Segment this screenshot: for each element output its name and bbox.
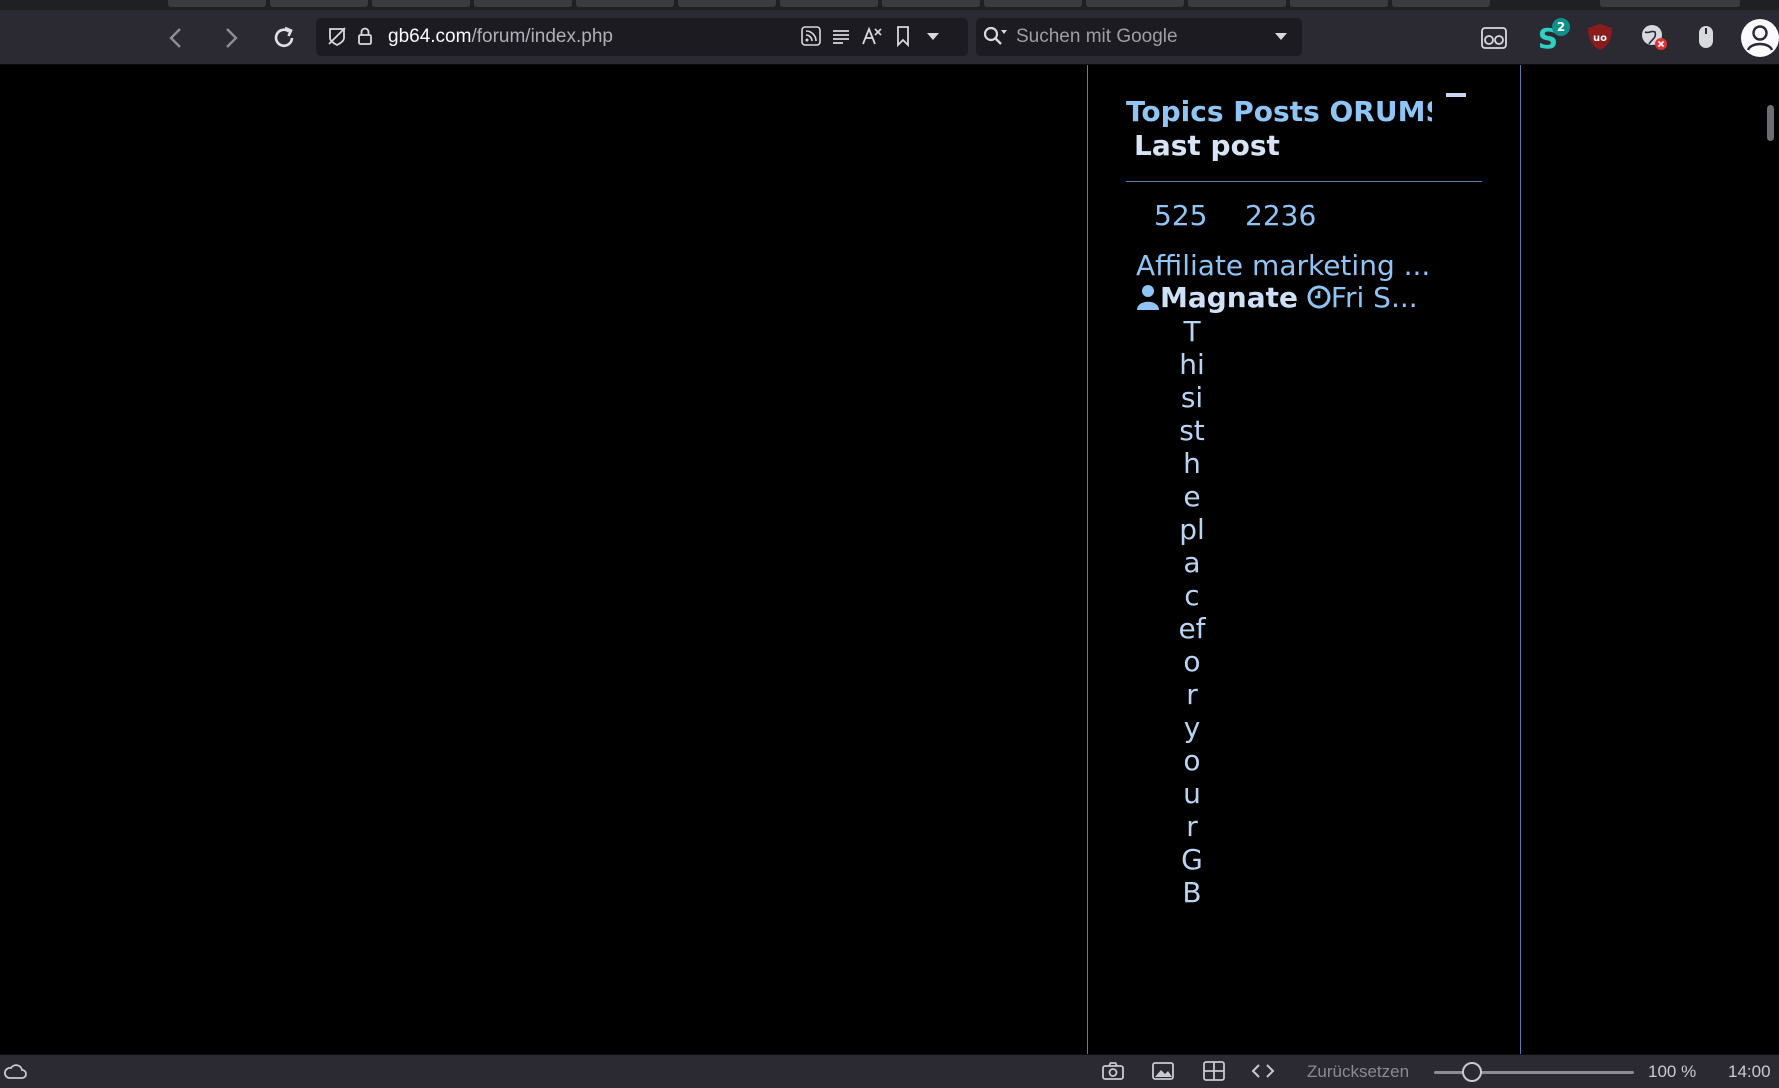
last-post-user-link[interactable]: Magnate [1160, 281, 1298, 314]
tab[interactable] [678, 0, 776, 7]
back-button[interactable] [160, 22, 192, 54]
last-post-time: Fri S... [1330, 281, 1418, 314]
search-placeholder[interactable]: Suchen mit Google [1016, 26, 1178, 48]
forward-button[interactable] [215, 22, 247, 54]
tab[interactable] [1392, 0, 1490, 7]
lock-icon[interactable] [352, 24, 378, 50]
scrollbar-thumb[interactable] [1767, 105, 1774, 141]
tab[interactable] [882, 0, 980, 7]
search-bar[interactable]: Suchen mit Google [976, 18, 1302, 56]
topics-count: 525 [1154, 199, 1208, 232]
tab[interactable] [1290, 0, 1388, 7]
forum-header-columns: Topics Posts ORUMS [1126, 95, 1432, 128]
forum-description: Thisistheplaceforyour GB [1178, 315, 1206, 909]
developer-tools-icon[interactable] [1250, 1060, 1276, 1084]
tracking-protection-icon[interactable] [324, 24, 350, 50]
tab[interactable] [270, 0, 368, 7]
url-host: gb64.com [388, 26, 472, 47]
ublock-origin-icon[interactable]: uo [1584, 22, 1616, 54]
tab[interactable] [780, 0, 878, 7]
status-bar: Zurücksetzen 100 % 14:00 [0, 1054, 1779, 1088]
clock: 14:00 [1728, 1062, 1771, 1081]
reload-button[interactable] [268, 22, 300, 54]
last-post-title-link[interactable]: Affiliate marketing ... [1136, 249, 1430, 282]
forum-table: Topics Posts ORUMS Last post 525 2236 Af… [1087, 65, 1521, 1054]
tab[interactable] [168, 0, 266, 7]
url-path: /forum/index.php [471, 26, 613, 47]
tab[interactable] [1188, 0, 1286, 7]
web-page: Topics Posts ORUMS Last post 525 2236 Af… [0, 65, 1762, 1054]
url-text[interactable]: gb64.com/forum/index.php [388, 26, 613, 48]
zoom-reset-button[interactable]: Zurücksetzen [1307, 1062, 1409, 1082]
clock-icon [1307, 285, 1331, 309]
reading-glasses-extension-icon[interactable] [1478, 22, 1510, 54]
user-icon [1137, 285, 1159, 310]
tab-strip [0, 0, 1779, 10]
chevron-left-icon [169, 28, 181, 48]
url-bar[interactable]: gb64.com/forum/index.php [316, 18, 968, 56]
image-icon[interactable] [1150, 1060, 1176, 1084]
rss-feed-icon[interactable] [798, 24, 824, 50]
account-avatar-icon[interactable] [1740, 18, 1779, 58]
posts-count: 2236 [1245, 199, 1317, 232]
search-engine-dropdown-icon[interactable] [1268, 24, 1294, 50]
reload-icon [274, 26, 294, 47]
translate-icon[interactable] [859, 24, 885, 50]
extension-badge: 2 [1552, 18, 1570, 36]
mouse-extension-icon[interactable] [1690, 22, 1722, 54]
globe-blocked-icon[interactable] [1638, 22, 1670, 54]
screenshot-camera-icon[interactable] [1100, 1060, 1126, 1084]
cloud-sync-icon[interactable] [2, 1060, 28, 1084]
last-post-meta: Magnate Fri S... [1136, 281, 1418, 314]
bookmark-icon[interactable] [890, 24, 916, 50]
zoom-slider-knob[interactable] [1462, 1062, 1482, 1082]
chevron-right-icon [226, 28, 238, 48]
header-divider [1126, 181, 1482, 182]
tab[interactable] [474, 0, 572, 7]
browser-toolbar: gb64.com/forum/index.php Suchen mit Goog… [0, 10, 1779, 65]
page-scrollbar[interactable] [1762, 65, 1779, 1054]
tiling-layout-icon[interactable] [1201, 1060, 1227, 1084]
reader-view-icon[interactable] [828, 24, 854, 50]
tab[interactable] [372, 0, 470, 7]
collapse-button[interactable] [1446, 93, 1466, 97]
forum-header-last-post: Last post [1134, 129, 1280, 162]
svg-text:uo: uo [1593, 33, 1607, 44]
zoom-level: 100 % [1648, 1062, 1697, 1081]
search-icon [982, 24, 1008, 50]
tab[interactable] [984, 0, 1082, 7]
stylus-extension-icon[interactable]: S 2 [1532, 18, 1570, 55]
tab[interactable] [1086, 0, 1184, 7]
dropdown-arrow-icon[interactable] [920, 24, 946, 50]
tab[interactable] [1600, 0, 1740, 7]
tab[interactable] [576, 0, 674, 7]
